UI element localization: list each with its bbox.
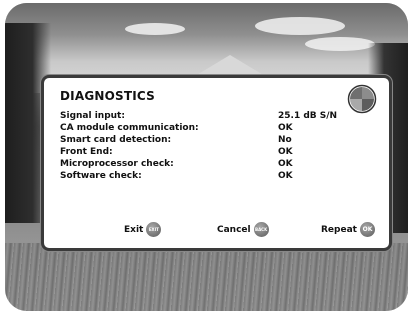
diagnostic-value: No <box>278 135 292 145</box>
diagnostic-row-microprocessor: Microprocessor check: OK <box>60 159 370 171</box>
diagnostic-label: Microprocessor check: <box>60 159 174 169</box>
diagnostics-dialog: DIAGNOSTICS Signal input: 25.1 dB S/N CA… <box>41 75 392 251</box>
tv-screen: DIAGNOSTICS Signal input: 25.1 dB S/N CA… <box>5 3 408 311</box>
quartered-circle-logo-icon <box>347 84 377 114</box>
exit-button[interactable]: Exit EXIT <box>124 222 162 237</box>
diagnostic-value: OK <box>278 159 293 169</box>
diagnostic-label: Front End: <box>60 147 113 157</box>
diagnostic-value: OK <box>278 171 293 181</box>
cancel-button-label: Cancel <box>217 224 251 235</box>
diagnostic-label: CA module communication: <box>60 123 199 133</box>
diagnostics-list: Signal input: 25.1 dB S/N CA module comm… <box>60 111 370 183</box>
diagnostic-value: 25.1 dB S/N <box>278 111 338 121</box>
diagnostic-label: Smart card detection: <box>60 135 172 145</box>
repeat-button[interactable]: Repeat OK <box>321 222 375 237</box>
diagnostic-row-software: Software check: OK <box>60 171 370 183</box>
diagnostic-value: OK <box>278 147 293 157</box>
diagnostic-value: OK <box>278 123 293 133</box>
diagnostic-label: Software check: <box>60 171 142 181</box>
repeat-button-label: Repeat <box>321 224 357 235</box>
grass-field <box>5 243 408 311</box>
exit-button-label: Exit <box>124 224 144 235</box>
cloud <box>305 37 375 51</box>
exit-remote-key-icon: EXIT <box>146 222 162 237</box>
dialog-title: DIAGNOSTICS <box>60 89 155 103</box>
diagnostic-label: Signal input: <box>60 111 125 121</box>
ok-remote-key-icon: OK <box>359 222 375 237</box>
diagnostic-row-smart-card: Smart card detection: No <box>60 135 370 147</box>
cancel-button[interactable]: Cancel BACK <box>217 222 269 237</box>
diagnostic-row-ca-module: CA module communication: OK <box>60 123 370 135</box>
dialog-footer: Exit EXIT Cancel BACK Repeat OK <box>44 218 389 242</box>
cloud <box>125 23 185 35</box>
diagnostic-row-signal-input: Signal input: 25.1 dB S/N <box>60 111 370 123</box>
back-remote-key-icon: BACK <box>253 222 269 237</box>
diagnostic-row-front-end: Front End: OK <box>60 147 370 159</box>
cloud <box>255 17 345 35</box>
